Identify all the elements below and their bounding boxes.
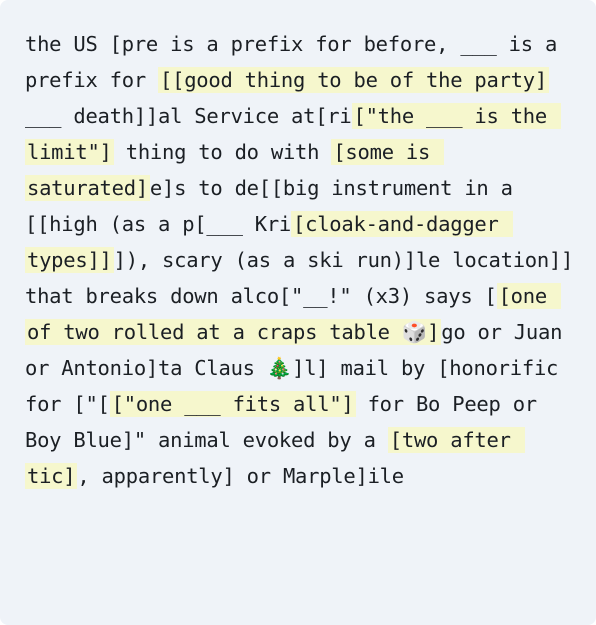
clue-text: thing to do with bbox=[113, 140, 332, 164]
highlighted-clue: ["one ___ fits all"] bbox=[109, 391, 356, 417]
clue-text: , apparently] or Marple]ile bbox=[77, 464, 404, 488]
highlighted-clue: [[good thing to be of the party] bbox=[158, 67, 549, 93]
puzzle-text: the US [pre is a prefix for before, ___ … bbox=[25, 26, 578, 494]
puzzle-card: the US [pre is a prefix for before, ___ … bbox=[0, 0, 596, 625]
